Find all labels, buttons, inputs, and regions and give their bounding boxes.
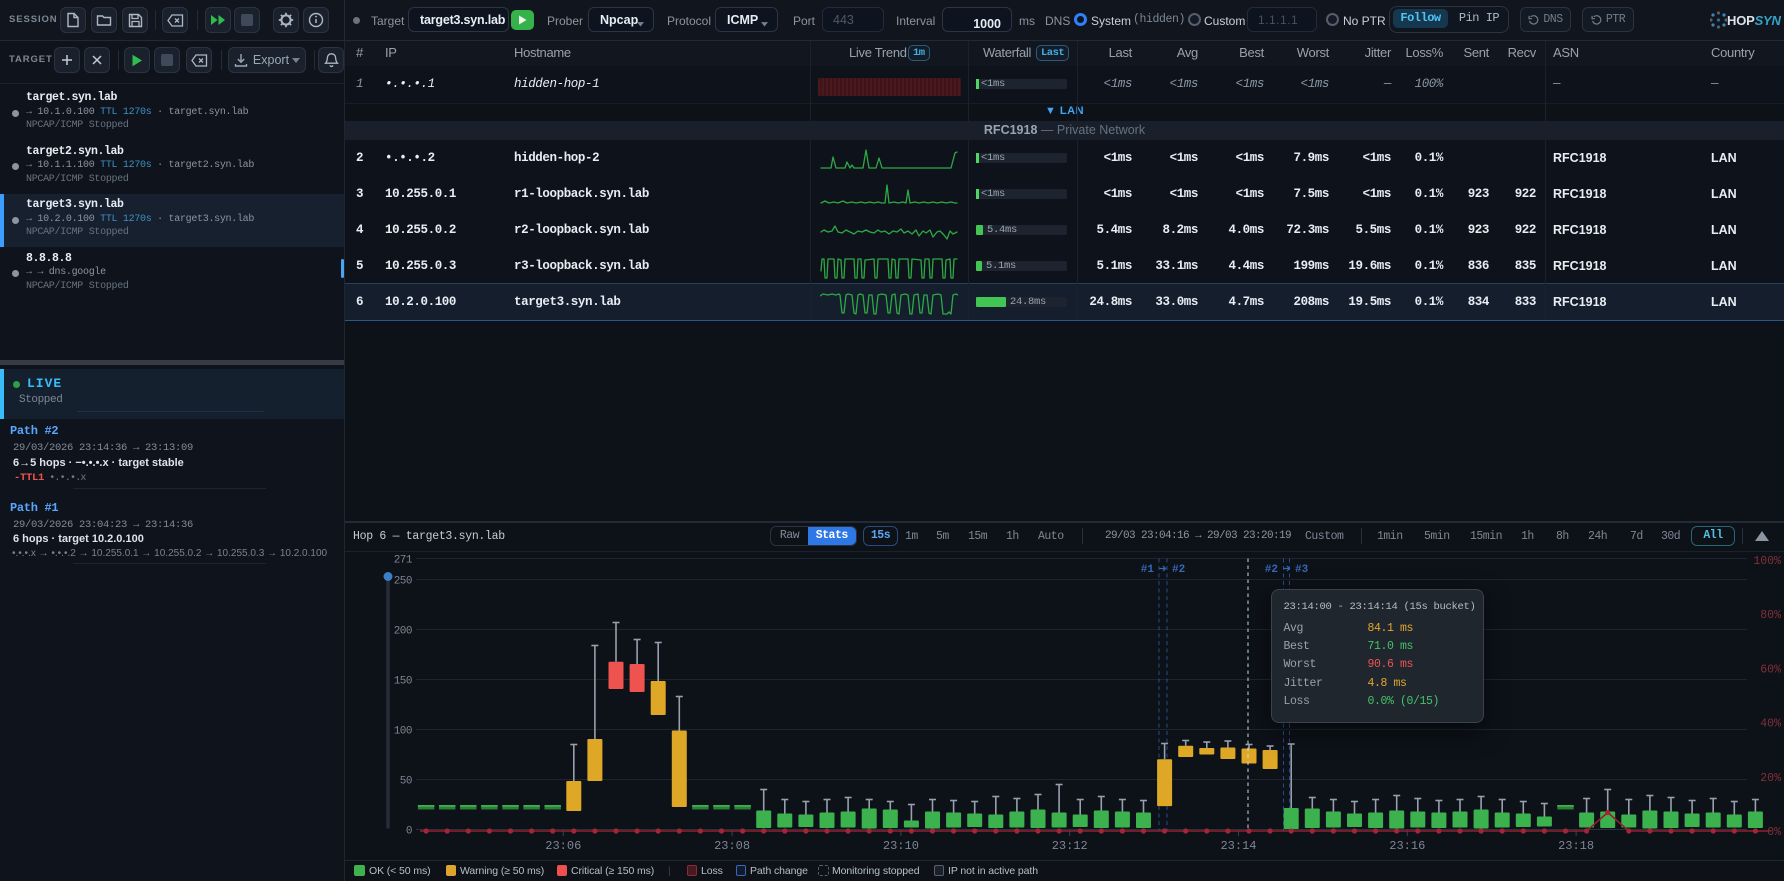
- svg-text:100: 100: [394, 725, 412, 737]
- svg-text:23:18: 23:18: [1558, 839, 1594, 853]
- svg-text:#1: #1: [1141, 564, 1155, 576]
- svg-text:80%: 80%: [1760, 609, 1781, 622]
- svg-text:#2: #2: [1265, 564, 1278, 576]
- svg-text:#3: #3: [1295, 564, 1309, 576]
- svg-text:23:14: 23:14: [1220, 839, 1256, 853]
- svg-text:0: 0: [406, 825, 412, 837]
- svg-text:23:16: 23:16: [1389, 839, 1425, 853]
- svg-text:200: 200: [394, 625, 412, 637]
- svg-text:150: 150: [394, 675, 412, 687]
- svg-text:23:12: 23:12: [1052, 839, 1088, 853]
- svg-text:40%: 40%: [1760, 718, 1781, 731]
- svg-text:#2: #2: [1172, 564, 1185, 576]
- svg-text:50: 50: [400, 775, 412, 787]
- svg-text:23:10: 23:10: [883, 839, 919, 853]
- svg-text:271: 271: [394, 554, 413, 566]
- svg-text:23:06: 23:06: [545, 839, 581, 853]
- svg-text:100%: 100%: [1753, 555, 1781, 568]
- svg-text:23:08: 23:08: [714, 839, 750, 853]
- svg-text:250: 250: [394, 575, 412, 587]
- svg-text:60%: 60%: [1760, 663, 1781, 676]
- svg-text:20%: 20%: [1760, 772, 1781, 785]
- svg-text:0%: 0%: [1767, 826, 1781, 839]
